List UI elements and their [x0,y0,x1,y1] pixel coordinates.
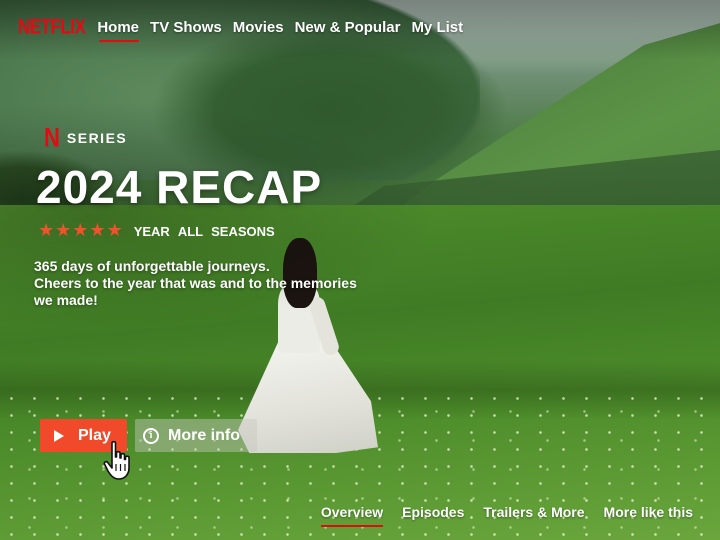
hero-description: 365 days of unforgettable journeys. Chee… [34,258,434,309]
nav-item-my-list[interactable]: My List [411,19,463,36]
description-line: Cheers to the year that was and to the m… [34,275,357,291]
nav-item-new-popular[interactable]: New & Popular [295,19,401,36]
tab-trailers-more[interactable]: Trailers & More [483,504,584,520]
dress [238,338,378,453]
star-icon: ★ [106,220,123,241]
more-info-button[interactable]: i More info [135,419,257,452]
hero-title: 2024 RECAP [36,161,323,213]
series-label: SERIES [66,130,128,146]
detail-tabs: Overview Episodes Trailers & More More l… [302,504,693,527]
star-icon: ★ [89,220,106,241]
tab-more-like-this[interactable]: More like this [604,504,693,520]
nav-item-movies[interactable]: Movies [233,19,284,36]
meta-tag-seasons: SEASONS [211,223,275,239]
tab-episodes[interactable]: Episodes [402,504,464,520]
description-line: we made! [34,292,98,308]
netflix-logo[interactable]: NETFLIX [18,15,86,40]
star-icon: ★ [55,220,72,241]
nav-item-tv-shows[interactable]: TV Shows [150,19,222,36]
description-line: 365 days of unforgettable journeys. [34,258,270,274]
series-badge-row: N SERIES [44,122,128,153]
meta-tag-year: YEAR [133,223,170,239]
tab-overview[interactable]: Overview [320,504,384,527]
rating-stars: ★ ★ ★ ★ ★ [38,222,124,240]
more-info-button-label: More info [168,426,240,444]
play-icon [54,429,64,442]
star-icon: ★ [72,220,89,241]
top-nav: NETFLIX Home TV Shows Movies New & Popul… [18,15,474,42]
info-icon: i [143,427,159,444]
hand-pointer-icon [103,440,130,480]
nav-item-home[interactable]: Home [97,19,139,42]
meta-tag-all: ALL [177,223,204,239]
meta-row: ★ ★ ★ ★ ★ YEAR ALL SEASONS [38,222,283,240]
star-icon: ★ [38,220,55,241]
netflix-n-icon: N [44,122,60,153]
